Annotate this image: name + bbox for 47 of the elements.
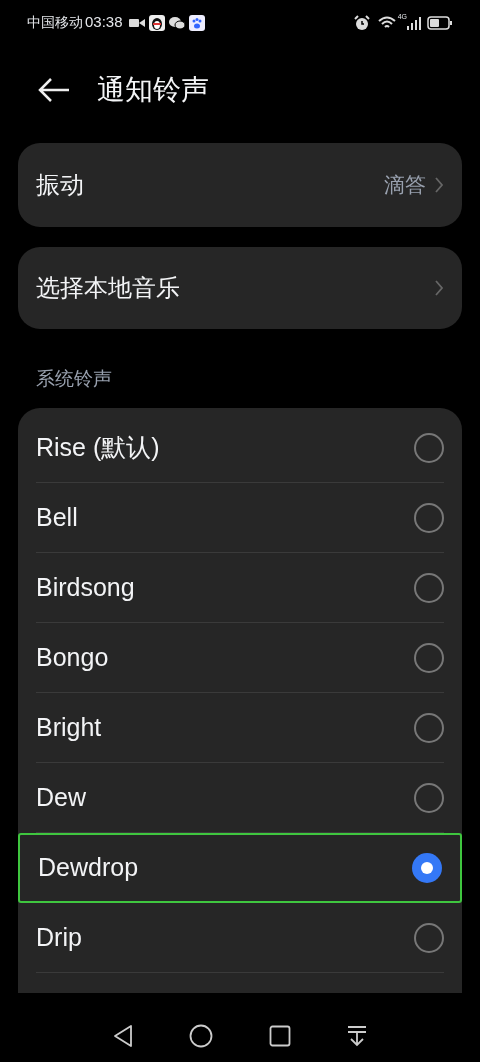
ringtone-name: Bell xyxy=(36,501,78,533)
home-icon[interactable] xyxy=(189,1024,213,1048)
chat-bubbles-icon xyxy=(168,15,185,30)
chevron-right-icon xyxy=(434,176,444,194)
radio-button[interactable] xyxy=(414,782,444,813)
chevron-right-icon xyxy=(434,279,444,297)
radio-button[interactable] xyxy=(414,502,444,533)
signal-icon xyxy=(407,15,421,30)
notification-pull-down-icon[interactable] xyxy=(347,1025,367,1047)
radio-button[interactable] xyxy=(414,642,444,673)
recents-icon[interactable] xyxy=(269,1025,291,1047)
ringtone-row[interactable]: Drip xyxy=(36,903,444,973)
radio-button[interactable] xyxy=(414,712,444,743)
radio-button[interactable] xyxy=(414,432,444,463)
paw-app-icon xyxy=(188,14,205,31)
radio-button[interactable] xyxy=(414,572,444,603)
back-arrow-icon[interactable] xyxy=(38,77,70,103)
ringtone-row[interactable]: Bell xyxy=(36,483,444,553)
ringtone-name: Bright xyxy=(36,711,102,743)
battery-icon xyxy=(427,15,453,30)
back-icon[interactable] xyxy=(113,1024,133,1048)
ringtone-name: Dew xyxy=(36,781,86,813)
ringtone-name: Birdsong xyxy=(36,571,135,603)
ringtone-row[interactable]: Birdsong xyxy=(36,553,444,623)
radio-button[interactable] xyxy=(414,922,444,953)
clock-time: 03:38 xyxy=(85,12,123,33)
section-heading: 系统铃声 xyxy=(36,367,113,391)
alarm-clock-icon xyxy=(353,14,370,31)
wifi-icon xyxy=(377,15,396,30)
ringtone-row[interactable]: Bright xyxy=(36,693,444,763)
video-camera-icon xyxy=(128,17,145,28)
carrier-name: 中国移动 xyxy=(27,13,83,32)
local-music-label: 选择本地音乐 xyxy=(36,273,180,303)
ringtone-name: Bongo xyxy=(36,641,109,673)
ringtone-row[interactable]: Dewdrop xyxy=(18,833,462,903)
ringtone-name: Dewdrop xyxy=(38,852,139,884)
page-title: 通知铃声 xyxy=(97,73,209,107)
radio-button[interactable] xyxy=(412,853,442,883)
ringtone-name: Rise (默认) xyxy=(36,431,160,463)
ringtone-name: Drip xyxy=(36,921,82,953)
local-music-row[interactable]: 选择本地音乐 xyxy=(18,247,462,329)
ringtone-row[interactable]: Rise (默认) xyxy=(36,413,444,483)
vibration-row[interactable]: 振动 滴答 xyxy=(18,143,462,227)
ringtone-row[interactable]: Dew xyxy=(36,763,444,833)
vibration-label: 振动 xyxy=(36,170,84,200)
ringtone-row[interactable]: Bongo xyxy=(36,623,444,693)
vibration-value: 滴答 xyxy=(384,172,426,199)
